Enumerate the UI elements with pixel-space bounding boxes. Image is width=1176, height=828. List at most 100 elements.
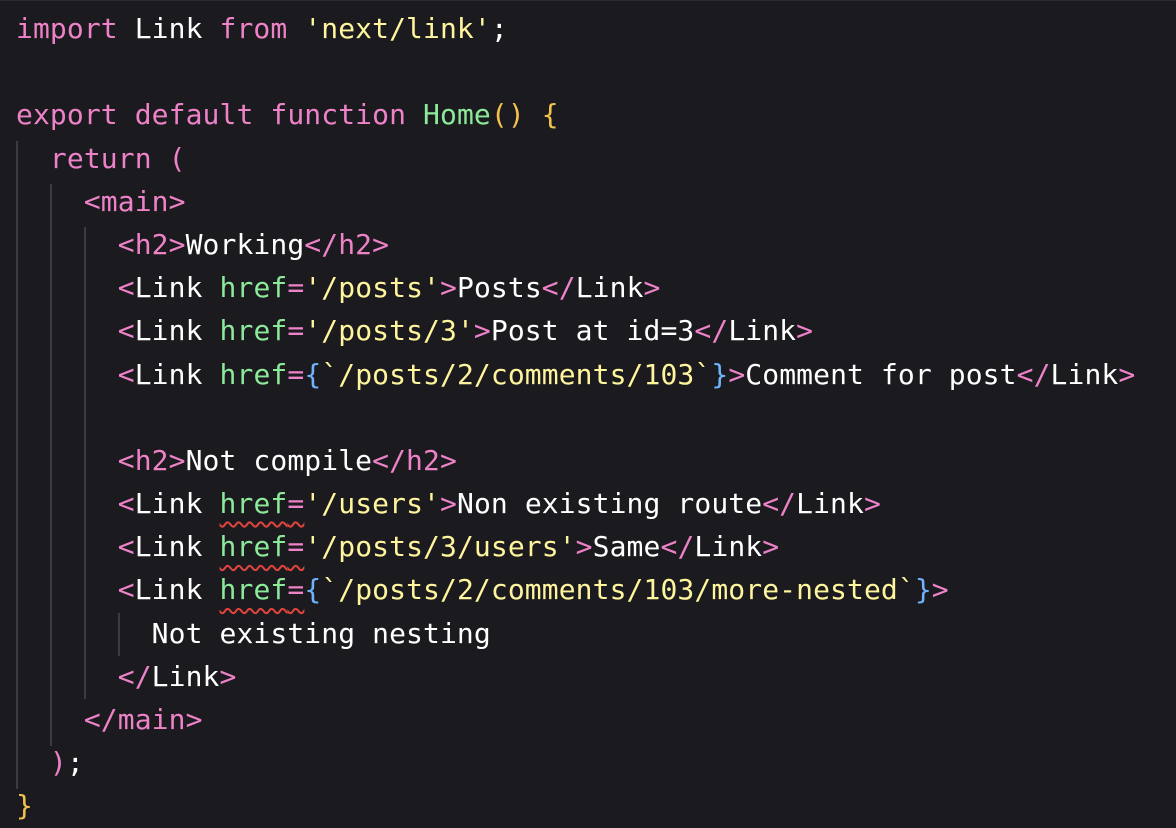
code-token: >	[728, 357, 746, 391]
code-token: }	[711, 357, 729, 391]
code-line[interactable]: <Link href='/posts/3/users'>Same</Link>	[0, 525, 1135, 568]
code-token: }	[16, 789, 33, 823]
code-token: =	[287, 530, 305, 564]
code-line[interactable]: export default function Home() {	[0, 93, 1135, 136]
code-token: =	[287, 314, 305, 348]
code-line[interactable]: }	[0, 784, 1135, 827]
code-token: href	[219, 487, 288, 521]
code-token: Link	[728, 314, 797, 348]
code-line[interactable]: ​	[0, 396, 1135, 439]
code-token: </	[660, 530, 695, 564]
code-line[interactable]: <Link href='/posts/3'>Post at id=3</Link…	[0, 309, 1135, 352]
code-token: Working	[185, 227, 305, 261]
code-token: '/posts'	[304, 271, 441, 305]
code-token: Link	[134, 487, 203, 521]
code-token: <	[117, 573, 135, 607]
code-token: '/posts/3'	[304, 314, 474, 348]
code-token: {	[541, 98, 559, 132]
code-token: function	[270, 98, 407, 132]
code-token: >	[643, 271, 661, 305]
code-token: </main>	[83, 703, 203, 736]
code-token: =	[287, 487, 305, 521]
code-token: =	[287, 573, 305, 607]
code-token: Link	[151, 659, 220, 693]
code-token: >	[473, 314, 491, 348]
code-token: ;	[66, 746, 84, 780]
code-token: ;	[490, 12, 508, 45]
code-token: )	[49, 746, 67, 780]
code-token: </	[117, 659, 152, 693]
code-token: >	[1118, 357, 1136, 391]
code-token: {	[304, 357, 322, 391]
code-token: href	[219, 573, 288, 607]
code-token: `/posts/2/comments/103`	[321, 357, 712, 391]
code-line[interactable]: <main>	[0, 180, 1135, 223]
code-line[interactable]: <Link href='/posts'>Posts</Link>	[0, 266, 1135, 309]
code-token: <	[117, 530, 135, 564]
code-token: (	[168, 141, 186, 175]
code-token: </h2>	[304, 227, 390, 261]
code-token: href	[219, 357, 288, 391]
code-token: Link	[134, 314, 203, 348]
code-token: {	[304, 573, 322, 607]
code-token: >	[440, 271, 457, 305]
code-token: Link	[694, 530, 763, 564]
code-token: Non existing route	[456, 487, 763, 521]
code-editor[interactable]: import Link from 'next/link';​export def…	[0, 0, 1176, 828]
code-token: Home	[423, 98, 491, 132]
code-token: return	[49, 141, 152, 175]
code-line[interactable]: </main>	[0, 698, 1135, 741]
code-token: >	[440, 487, 457, 521]
code-token: Link	[134, 271, 203, 305]
code-line[interactable]: return (	[0, 137, 1135, 180]
code-token: </	[1016, 357, 1051, 391]
code-body[interactable]: import Link from 'next/link';​export def…	[0, 7, 1135, 828]
code-token: href	[219, 530, 288, 564]
code-line[interactable]: ​	[0, 50, 1135, 93]
code-line[interactable]: );	[0, 741, 1135, 784]
code-token: >	[762, 530, 780, 564]
code-token: <	[117, 357, 135, 391]
code-line[interactable]: import Link from 'next/link';	[0, 7, 1135, 50]
code-token: <main>	[83, 184, 186, 218]
code-token: from	[219, 12, 288, 45]
code-token: Same	[592, 530, 661, 564]
code-line[interactable]: <h2>Not compile</h2>	[0, 439, 1135, 482]
code-token: Link	[117, 12, 220, 45]
code-token: Not existing nesting	[151, 616, 491, 650]
code-token: <	[117, 314, 135, 348]
code-token: ()	[490, 98, 525, 132]
code-token: Post at id=3	[490, 314, 695, 348]
code-line[interactable]: <Link href='/users'>Non existing route</…	[0, 482, 1135, 525]
code-token: >	[863, 487, 881, 521]
code-token: `/posts/2/comments/103/more-nested`	[321, 573, 915, 607]
code-line[interactable]: </Link>	[0, 655, 1135, 698]
code-token: =	[287, 357, 305, 391]
code-token: <h2>	[117, 443, 186, 477]
code-line[interactable]: <h2>Working</h2>	[0, 223, 1135, 266]
code-token: export	[16, 98, 118, 132]
code-line[interactable]: Not existing nesting	[0, 612, 1135, 655]
code-line[interactable]: <Link href={`/posts/2/comments/103`}>Com…	[0, 353, 1135, 396]
code-token: Comment for post	[745, 357, 1017, 391]
code-line[interactable]: <Link href={`/posts/2/comments/103/more-…	[0, 568, 1135, 611]
code-token: Link	[1050, 357, 1119, 391]
code-token: href	[219, 271, 288, 305]
code-token: Posts	[456, 271, 542, 305]
code-token: </	[694, 314, 729, 348]
